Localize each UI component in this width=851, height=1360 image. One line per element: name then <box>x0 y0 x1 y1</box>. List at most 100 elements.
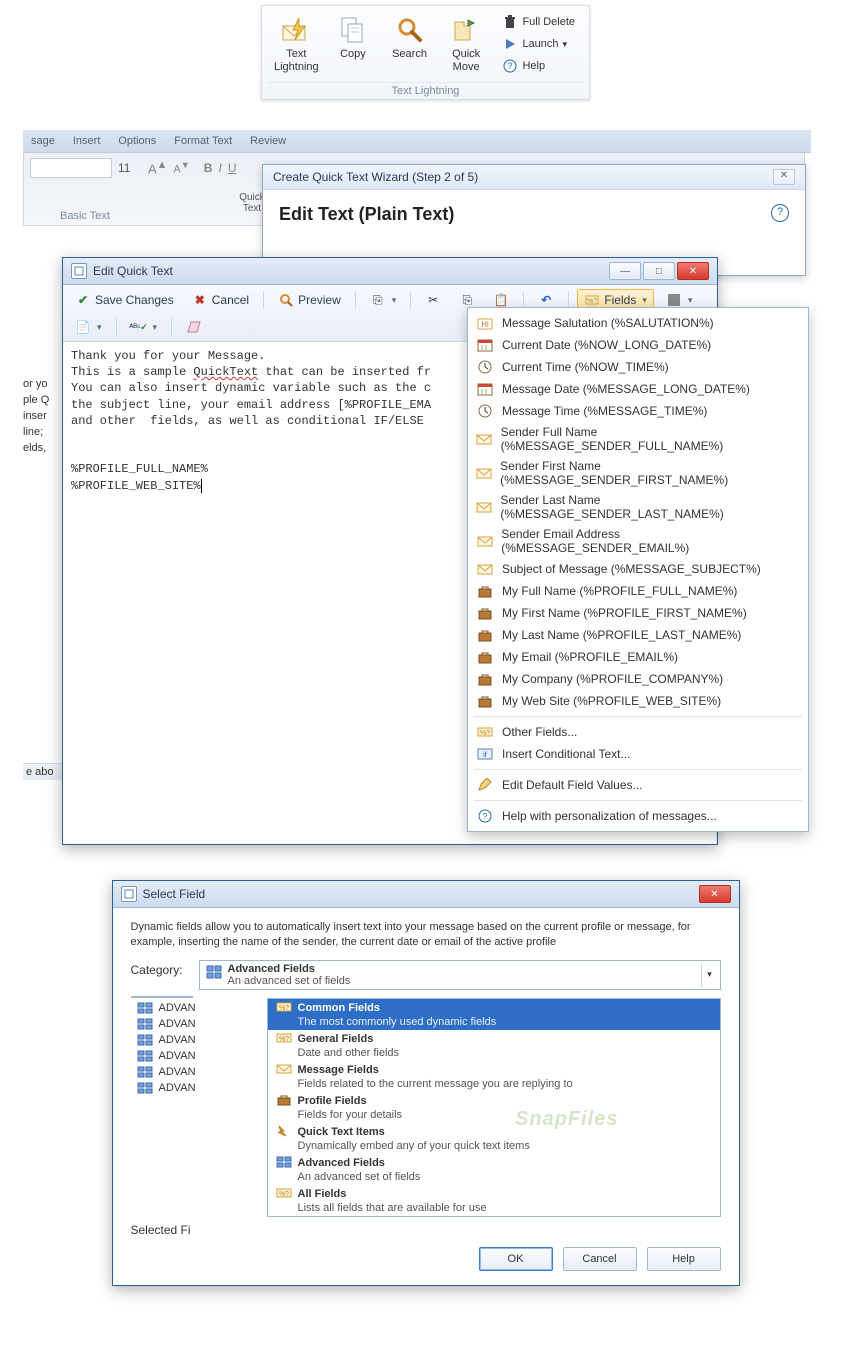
tag-icon: %? <box>276 1032 292 1047</box>
field-item-label: Sender Email Address (%MESSAGE_SENDER_EM… <box>501 527 798 555</box>
advanced-icon <box>276 1156 292 1171</box>
copy-button[interactable]: Copy <box>325 12 382 78</box>
underline-button[interactable]: U <box>228 161 237 175</box>
field-item-3[interactable]: Message Date (%MESSAGE_LONG_DATE%) <box>468 378 808 400</box>
trunc-3: line; <box>23 424 61 440</box>
help-button[interactable]: ? Help <box>498 56 579 76</box>
tab-message[interactable]: sage <box>31 135 55 147</box>
trunc-2: inser <box>23 408 61 424</box>
launch-label: Launch <box>522 38 558 50</box>
field-item-15[interactable]: My Web Site (%PROFILE_WEB_SITE%) <box>468 690 808 712</box>
sf-help-button[interactable]: Help <box>647 1247 721 1271</box>
field-item-8[interactable]: Sender Email Address (%MESSAGE_SENDER_EM… <box>468 524 808 558</box>
text-lightning-button[interactable]: Text Lightning <box>268 12 325 78</box>
field-item-4[interactable]: Message Time (%MESSAGE_TIME%) <box>468 400 808 422</box>
field-item-1[interactable]: Current Date (%NOW_LONG_DATE%) <box>468 334 808 356</box>
field-row-3[interactable]: ADVAN <box>131 1048 199 1064</box>
field-item-0[interactable]: HiMessage Salutation (%SALUTATION%) <box>468 312 808 334</box>
wizard-help-icon[interactable]: ? <box>771 204 789 222</box>
truncated-labels: or yo ple Q inser line; elds, <box>23 376 61 496</box>
close-button[interactable]: ✕ <box>677 262 709 280</box>
eqt-titlebar[interactable]: Edit Quick Text — □ ✕ <box>63 258 717 285</box>
dialog-icon <box>121 886 137 902</box>
field-item-14[interactable]: My Company (%PROFILE_COMPANY%) <box>468 668 808 690</box>
advanced-icon <box>206 964 222 980</box>
category-option-3[interactable]: Profile FieldsFields for your details <box>268 1092 720 1123</box>
preview-label: Preview <box>298 293 341 307</box>
spellcheck-button[interactable]: ᴬᴮᶜ✔▾ <box>125 317 164 337</box>
italic-button[interactable]: I <box>218 161 221 175</box>
field-item-7[interactable]: Sender Last Name (%MESSAGE_SENDER_LAST_N… <box>468 490 808 524</box>
eqt-title-text: Edit Quick Text <box>93 264 173 278</box>
tab-options[interactable]: Options <box>118 135 156 147</box>
cut-button[interactable]: ✂ <box>419 290 447 310</box>
quicktext-icon <box>276 1125 292 1140</box>
save-changes-button[interactable]: ✔Save Changes <box>69 290 180 310</box>
svg-text:%?: %? <box>278 1191 288 1198</box>
trunc-4: elds, <box>23 440 61 456</box>
category-option-6[interactable]: %?All FieldsLists all fields that are av… <box>268 1185 720 1216</box>
ribbon-text-lightning: Text Lightning Copy Search Quick Move <box>261 5 590 100</box>
field-item-11[interactable]: My First Name (%PROFILE_FIRST_NAME%) <box>468 602 808 624</box>
edit-defaults-item[interactable]: Edit Default Field Values... <box>468 774 808 796</box>
help-icon: ? <box>476 808 494 824</box>
salutation-icon: Hi <box>476 315 494 331</box>
field-row-4[interactable]: ADVAN <box>131 1064 199 1080</box>
field-row-1[interactable]: ADVAN <box>131 1016 199 1032</box>
svg-text:%?: %? <box>480 730 490 737</box>
field-item-2[interactable]: Current Time (%NOW_TIME%) <box>468 356 808 378</box>
sf-close-button[interactable]: ✕ <box>699 885 731 903</box>
advanced-icon <box>137 1050 153 1062</box>
quick-move-button[interactable]: Quick Move <box>438 12 495 78</box>
launch-button[interactable]: Launch ▾ <box>498 34 579 54</box>
category-option-5[interactable]: Advanced FieldsAn advanced set of fields <box>268 1154 720 1185</box>
briefcase-icon <box>476 583 494 599</box>
field-row-5[interactable]: ADVAN <box>131 1080 199 1096</box>
field-row-0[interactable]: ADVAN <box>131 1000 199 1016</box>
tab-format-text[interactable]: Format Text <box>174 135 232 147</box>
minimize-button[interactable]: — <box>609 262 641 280</box>
envelope-icon <box>276 1063 292 1078</box>
category-option-2[interactable]: Message FieldsFields related to the curr… <box>268 1061 720 1092</box>
category-combobox[interactable]: Advanced Fields An advanced set of field… <box>199 960 721 990</box>
erase-button[interactable] <box>180 317 208 337</box>
personalization-help-item[interactable]: ?Help with personalization of messages..… <box>468 805 808 827</box>
field-item-5[interactable]: Sender Full Name (%MESSAGE_SENDER_FULL_N… <box>468 422 808 456</box>
ribbon-tabs: sage Insert Options Format Text Review <box>23 130 811 153</box>
field-item-13[interactable]: My Email (%PROFILE_EMAIL%) <box>468 646 808 668</box>
text-lightning-label: Text Lightning <box>270 48 323 74</box>
field-row-2[interactable]: ADVAN <box>131 1032 199 1048</box>
field-item-6[interactable]: Sender First Name (%MESSAGE_SENDER_FIRST… <box>468 456 808 490</box>
cancel-button[interactable]: ✖Cancel <box>186 290 255 310</box>
envelope-icon <box>476 561 494 577</box>
field-item-10[interactable]: My Full Name (%PROFILE_FULL_NAME%) <box>468 580 808 602</box>
maximize-button[interactable]: □ <box>643 262 675 280</box>
other-fields-item[interactable]: %?Other Fields... <box>468 721 808 743</box>
tab-insert[interactable]: Insert <box>73 135 101 147</box>
preview-button[interactable]: Preview <box>272 290 347 310</box>
full-delete-button[interactable]: Full Delete <box>498 12 579 32</box>
tab-review[interactable]: Review <box>250 135 286 147</box>
ok-button[interactable]: OK <box>479 1247 553 1271</box>
search-button[interactable]: Search <box>381 12 438 78</box>
envelope-icon <box>476 533 493 549</box>
insert-conditional-item[interactable]: ifInsert Conditional Text... <box>468 743 808 765</box>
undo-icon: ↶ <box>538 292 554 308</box>
field-item-9[interactable]: Subject of Message (%MESSAGE_SUBJECT%) <box>468 558 808 580</box>
sf-cancel-button[interactable]: Cancel <box>563 1247 637 1271</box>
category-dropdown-arrow[interactable]: ▾ <box>701 963 718 987</box>
format-icon: ⎘ <box>370 292 386 308</box>
insert-button[interactable]: 📄▾ <box>69 317 108 337</box>
wizard-close-button[interactable]: ✕ <box>773 169 795 185</box>
envelope-icon <box>476 465 492 481</box>
category-option-0[interactable]: %?Common FieldsThe most commonly used dy… <box>268 999 720 1030</box>
bold-button[interactable]: B <box>204 161 213 175</box>
category-option-1[interactable]: %?General FieldsDate and other fields <box>268 1030 720 1061</box>
tag-icon: %? <box>276 1187 292 1202</box>
briefcase-icon <box>476 605 494 621</box>
category-option-4[interactable]: Quick Text ItemsDynamically embed any of… <box>268 1123 720 1154</box>
field-item-12[interactable]: My Last Name (%PROFILE_LAST_NAME%) <box>468 624 808 646</box>
format-button[interactable]: ⎘▾ <box>364 290 403 310</box>
copy-icon-tb: ⎘ <box>459 292 475 308</box>
tag-icon: %? <box>276 1001 292 1016</box>
